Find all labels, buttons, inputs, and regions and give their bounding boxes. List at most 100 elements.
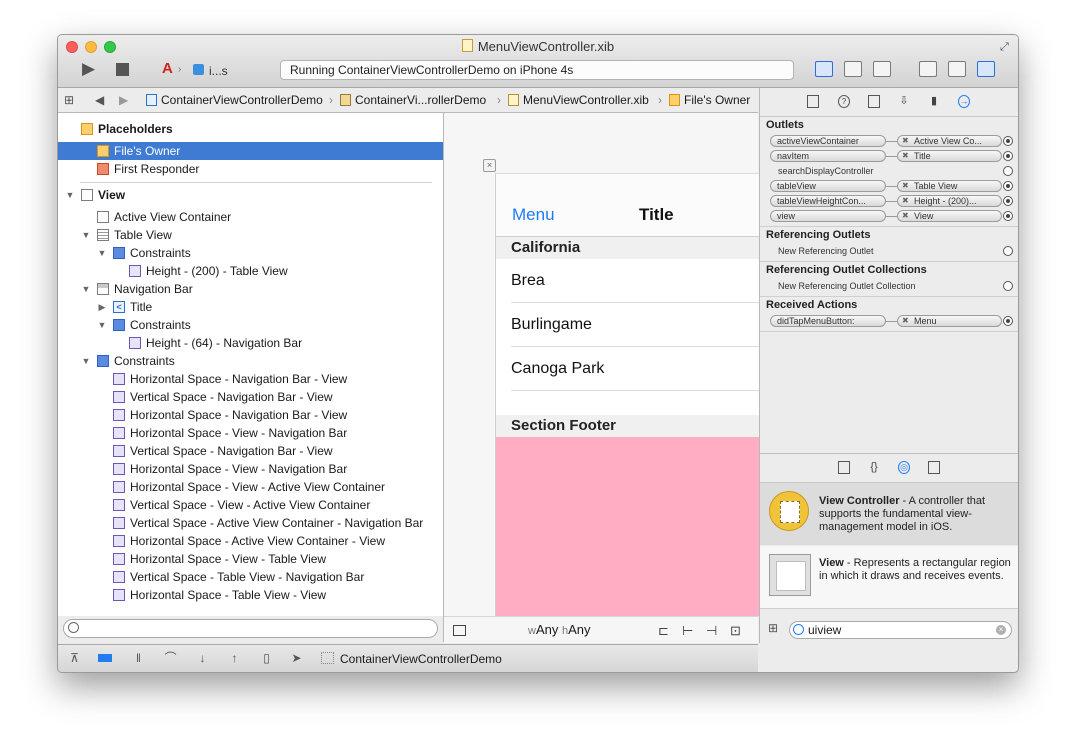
connection-dot-icon[interactable] <box>1003 316 1013 326</box>
location-icon[interactable]: ➤ <box>290 652 303 664</box>
debug-area-toggle-icon[interactable] <box>948 61 966 77</box>
hide-debug-area-icon[interactable]: ⊼ <box>68 652 81 664</box>
remove-connection-icon[interactable]: ✖ <box>902 151 909 161</box>
outlet-target[interactable]: ✖ Title <box>897 150 1002 162</box>
size-inspector-icon[interactable]: ▮ <box>928 95 940 108</box>
clear-search-icon[interactable]: × <box>996 625 1006 635</box>
outline-item-view-constraints[interactable]: ▼ Constraints <box>58 352 443 370</box>
outline-item-files-owner[interactable]: File's Owner <box>58 142 443 160</box>
outline-item-nav-constraints[interactable]: ▼ Constraints <box>58 316 443 334</box>
navigator-toggle-icon[interactable] <box>919 61 937 77</box>
connection-dot-icon[interactable] <box>1003 281 1013 291</box>
active-view-container[interactable] <box>496 437 759 616</box>
outlet-target[interactable]: ✖ Table View <box>897 180 1002 192</box>
run-button[interactable]: ▶ <box>82 60 95 77</box>
outline-constraint-item[interactable]: Vertical Space - View - Active View Cont… <box>58 496 443 514</box>
remove-connection-icon[interactable]: ✖ <box>902 181 909 191</box>
outlet-target[interactable]: ✖ Height - (200)... <box>897 195 1002 207</box>
outlet-row[interactable]: view ✖ View <box>770 210 1013 223</box>
align-icon[interactable]: ⊏ <box>658 623 669 639</box>
outline-constraint-item[interactable]: Horizontal Space - View - Navigation Bar <box>58 424 443 442</box>
view-controller-scene[interactable]: Menu Title California Brea Burlingame Ca… <box>495 173 759 616</box>
outlet-row[interactable]: activeViewContainer ✖ Active View Co... <box>770 135 1013 148</box>
outline-constraint-item[interactable]: Horizontal Space - View - Active View Co… <box>58 478 443 496</box>
code-snippet-icon[interactable]: {} <box>868 461 880 474</box>
new-referencing-collection-row[interactable]: New Referencing Outlet Collection <box>770 280 1013 293</box>
outline-constraint-item[interactable]: Horizontal Space - Navigation Bar - View <box>58 370 443 388</box>
remove-connection-icon[interactable]: ✖ <box>902 196 909 206</box>
outline-item-height-table[interactable]: Height - (200) - Table View <box>58 262 443 280</box>
outline-item-active-view-container[interactable]: Active View Container <box>58 208 443 226</box>
outline-item-title[interactable]: ▶ < Title <box>58 298 443 316</box>
help-icon[interactable]: ? <box>838 95 850 108</box>
connection-dot-icon[interactable] <box>1003 136 1013 146</box>
utilities-toggle-icon[interactable] <box>977 61 995 77</box>
outline-constraint-item[interactable]: Vertical Space - Table View - Navigation… <box>58 568 443 586</box>
file-template-icon[interactable] <box>838 461 850 474</box>
forward-arrow-icon[interactable]: ▶ <box>119 88 128 112</box>
outline-constraint-item[interactable]: Horizontal Space - View - Table View <box>58 550 443 568</box>
outlet-row[interactable]: tableViewHeightCon... ✖ Height - (200)... <box>770 195 1013 208</box>
disclosure-down-icon[interactable]: ▼ <box>97 316 107 334</box>
breadcrumb-group[interactable]: ContainerVi...rollerDemo <box>340 88 486 112</box>
remove-connection-icon[interactable]: ✖ <box>902 316 909 326</box>
table-cell[interactable]: Brea <box>496 259 759 303</box>
action-row[interactable]: didTapMenuButton: ✖ Menu <box>770 315 1013 328</box>
connection-dot-icon[interactable] <box>1003 151 1013 161</box>
connection-dot-icon[interactable] <box>1003 196 1013 206</box>
attributes-inspector-icon[interactable]: ⇩ <box>898 95 910 108</box>
disclosure-down-icon[interactable]: ▼ <box>97 244 107 262</box>
scheme-target-label[interactable]: i...s <box>209 63 228 79</box>
object-library-icon[interactable]: ◎ <box>898 461 910 474</box>
device-icon[interactable] <box>193 64 204 75</box>
connections-inspector-icon[interactable]: → <box>958 95 970 108</box>
new-referencing-outlet-row[interactable]: New Referencing Outlet <box>770 245 1013 258</box>
action-target[interactable]: ✖ Menu <box>897 315 1002 327</box>
outline-filter-field[interactable] <box>63 619 438 638</box>
menu-bar-button[interactable]: Menu <box>512 205 555 225</box>
outline-item-table-view[interactable]: ▼ Table View <box>58 226 443 244</box>
standard-editor-icon[interactable] <box>815 61 833 77</box>
resizing-icon[interactable]: ⊡ <box>730 623 741 639</box>
stop-button[interactable] <box>116 63 129 76</box>
outlet-target[interactable]: ✖ View <box>897 210 1002 222</box>
disclosure-down-icon[interactable]: ▼ <box>65 186 75 204</box>
connection-dot-icon[interactable] <box>1003 166 1013 176</box>
step-over-icon[interactable]: ⌒ <box>164 652 177 664</box>
breadcrumb-project[interactable]: ContainerViewControllerDemo <box>146 88 323 112</box>
breadcrumb-file[interactable]: MenuViewController.xib <box>508 88 649 112</box>
connection-dot-icon[interactable] <box>1003 181 1013 191</box>
disclosure-down-icon[interactable]: ▼ <box>81 352 91 370</box>
outline-constraint-item[interactable]: Horizontal Space - Navigation Bar - View <box>58 406 443 424</box>
outline-item-table-constraints[interactable]: ▼ Constraints <box>58 244 443 262</box>
step-into-icon[interactable]: ↓ <box>196 652 209 664</box>
outline-constraint-item[interactable]: Vertical Space - Navigation Bar - View <box>58 388 443 406</box>
navigation-title[interactable]: Title <box>639 205 674 225</box>
scheme-app-icon[interactable]: A <box>162 61 173 77</box>
pin-icon[interactable]: ⊢ <box>682 623 693 639</box>
size-class-selector[interactable]: wAny hAny <box>528 622 591 637</box>
back-arrow-icon[interactable]: ◀ <box>95 88 104 112</box>
media-library-icon[interactable] <box>928 461 940 474</box>
file-inspector-icon[interactable] <box>807 95 819 108</box>
assistant-editor-icon[interactable] <box>844 61 862 77</box>
outlet-target[interactable]: ✖ Active View Co... <box>897 135 1002 147</box>
outline-constraint-item[interactable]: Horizontal Space - View - Navigation Bar <box>58 460 443 478</box>
outline-item-navigation-bar[interactable]: ▼ Navigation Bar <box>58 280 443 298</box>
interface-builder-canvas[interactable]: × Menu Title California Brea Burlingame … <box>444 113 759 616</box>
outline-constraint-item[interactable]: Vertical Space - Active View Container -… <box>58 514 443 532</box>
connection-dot-icon[interactable] <box>1003 246 1013 256</box>
outline-item-height-nav[interactable]: Height - (64) - Navigation Bar <box>58 334 443 352</box>
remove-connection-icon[interactable]: ✖ <box>902 211 909 221</box>
pause-icon[interactable]: ‖ <box>132 652 145 664</box>
library-item-view[interactable]: View - Represents a rectangular region i… <box>760 546 1018 609</box>
outlet-row[interactable]: navItem ✖ Title <box>770 150 1013 163</box>
related-items-icon[interactable]: ⊞ <box>64 88 74 112</box>
version-editor-icon[interactable] <box>873 61 891 77</box>
outline-constraint-item[interactable]: Horizontal Space - Active View Container… <box>58 532 443 550</box>
resolve-issues-icon[interactable]: ⊣ <box>706 623 717 639</box>
outline-constraint-item[interactable]: Vertical Space - Navigation Bar - View <box>58 442 443 460</box>
outline-constraint-item[interactable]: Horizontal Space - Table View - View <box>58 586 443 604</box>
library-search-field[interactable]: uiview × <box>789 621 1012 639</box>
view-debug-icon[interactable]: ▯ <box>260 652 273 664</box>
